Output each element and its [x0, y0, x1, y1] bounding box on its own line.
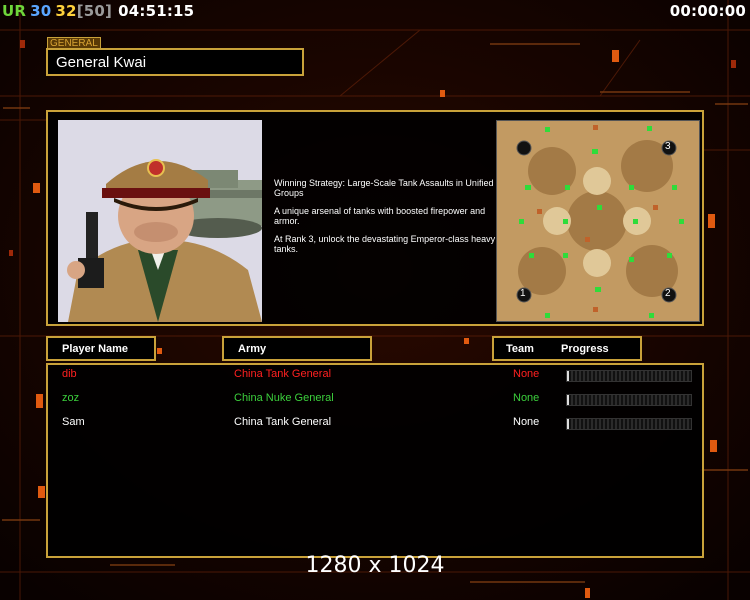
general-info-panel: Winning Strategy: Large-Scale Tank Assau…	[46, 110, 704, 326]
player-team: None	[513, 368, 540, 380]
resolution-label: 1280 x 1024	[305, 553, 445, 578]
description-arsenal: A unique arsenal of tanks with boosted f…	[274, 206, 486, 226]
player-progress-bar	[566, 370, 692, 382]
hud-value-b: 32	[55, 2, 77, 20]
player-progress-bar	[566, 394, 692, 406]
player-army: China Nuke General	[234, 392, 334, 404]
player-army: China Tank General	[234, 368, 332, 380]
hud-value-c: [50]	[76, 2, 113, 20]
portrait-image	[58, 120, 262, 322]
player-progress-bar	[566, 418, 692, 430]
general-portrait	[58, 120, 262, 322]
hud-ur-label: UR	[2, 2, 27, 20]
player-row: dib China Tank General None	[48, 368, 702, 388]
hud-timer: 00:00:00	[669, 2, 746, 20]
general-name: General Kwai	[46, 48, 304, 76]
column-header-player-name: Player Name	[46, 336, 156, 361]
player-team: None	[513, 392, 540, 404]
player-name: Sam	[62, 416, 85, 428]
hud-value-a: 30	[30, 2, 52, 20]
hud-stats: UR 30 32[50] 04:51:15	[2, 2, 194, 20]
general-description: Winning Strategy: Large-Scale Tank Assau…	[274, 178, 499, 262]
player-row: Sam China Tank General None	[48, 416, 702, 436]
column-header-team-progress: Team Progress	[492, 336, 642, 361]
column-header-progress: Progress	[560, 343, 609, 355]
start-position-2: 2	[665, 288, 671, 299]
description-rank-unlock: At Rank 3, unlock the devastating Empero…	[274, 234, 496, 254]
column-header-team: Team	[506, 343, 534, 355]
description-strategy: Winning Strategy: Large-Scale Tank Assau…	[274, 178, 494, 198]
column-header-army: Army	[222, 336, 372, 361]
player-row: zoz China Nuke General None	[48, 392, 702, 412]
start-position-1: 1	[520, 288, 526, 299]
start-position-3: 3	[665, 141, 671, 152]
player-team: None	[513, 416, 540, 428]
player-army: China Tank General	[234, 416, 332, 428]
players-panel: dib China Tank General None zoz China Nu…	[46, 363, 704, 558]
hud-clock: 04:51:15	[118, 2, 195, 20]
player-name: dib	[62, 368, 77, 380]
minimap: 3 1 2	[496, 120, 700, 322]
player-name: zoz	[62, 392, 80, 404]
